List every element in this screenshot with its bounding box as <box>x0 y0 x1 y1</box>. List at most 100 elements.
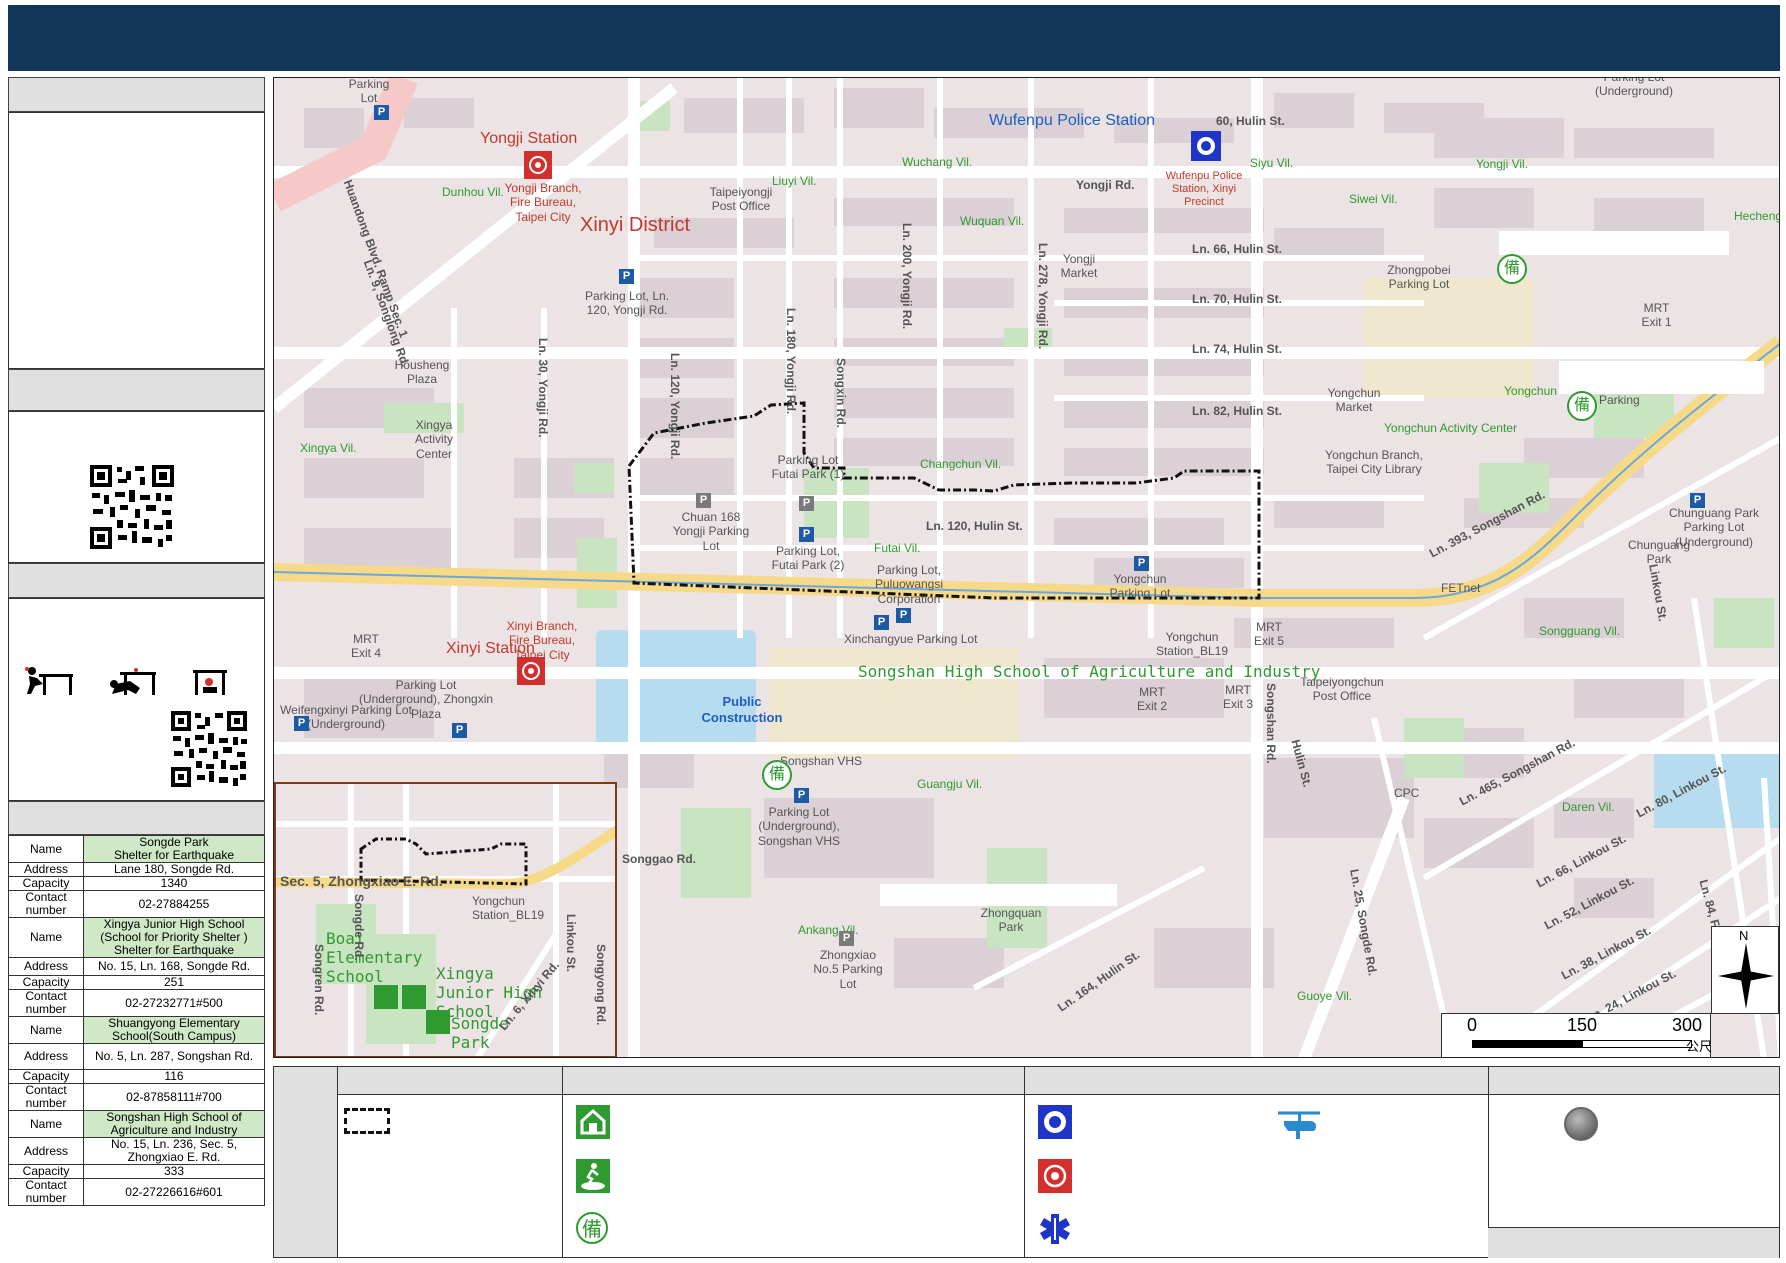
map-view[interactable]: Xinyi District Yongji Station Yongji Bra… <box>273 77 1780 1058</box>
parking-icon[interactable]: P <box>896 608 911 623</box>
station-xinyi-sub: Xinyi Branch, Fire Bureau, Taipei City <box>506 619 578 662</box>
poi-label: FETnet <box>1441 581 1481 595</box>
shelter-row: Contact number 02-27232771#500 <box>8 989 265 1017</box>
parking-icon[interactable]: P <box>799 527 814 542</box>
shelter-address: No. 15, Ln. 168, Songde Rd. <box>83 957 265 976</box>
poi-label: Parking Lot, Puluowangsi Corporation <box>874 563 944 606</box>
road-label: Ln. 180, Yongji Rd. <box>784 308 798 415</box>
shelter-name: Shuangyong Elementary School(South Campu… <box>83 1016 265 1044</box>
panel-1-body <box>8 112 265 369</box>
inset-label: Linkou St. <box>564 914 578 972</box>
village-label: Guoye Vil. <box>1297 989 1353 1003</box>
poi-label: Xingya Activity Center <box>414 418 453 461</box>
qr-code[interactable] <box>90 465 174 549</box>
road-label: Songxin Rd. <box>834 358 848 428</box>
poi-label: Parking Lot Futai Park (1) <box>771 453 845 482</box>
village-label: Siwei Vil. <box>1349 192 1398 206</box>
shelter-capacity: 116 <box>83 1069 265 1084</box>
parking-icon[interactable]: P <box>452 723 467 738</box>
north-arrow: N <box>1711 926 1779 1014</box>
poi-label: Taipeiyongji Post Office <box>709 185 773 214</box>
poi-label: Zhongpobei Parking Lot <box>1387 263 1451 292</box>
shelter-capacity: 333 <box>83 1164 265 1179</box>
parking-icon[interactable]: P <box>374 105 389 120</box>
shelter-icon[interactable] <box>374 985 398 1009</box>
poi-label: Housheng Plaza <box>394 358 450 387</box>
scale-bar: 0 150 300 公尺 <box>1441 1013 1713 1057</box>
road-label: Ln. 66, Hulin St. <box>1192 242 1283 256</box>
scale-segment <box>1582 1040 1692 1048</box>
shelter-row: Address No. 5, Ln. 287, Songshan Rd. <box>8 1043 265 1070</box>
reserve-icon[interactable]: 備 <box>1567 391 1597 421</box>
inset-map[interactable]: Boai Elementary School Xingya Junior Hig… <box>274 782 617 1057</box>
shelter-row: Address No. 15, Ln. 168, Songde Rd. <box>8 957 265 976</box>
shelter-icon[interactable] <box>402 985 426 1009</box>
legend-header <box>337 1067 1779 1095</box>
poi-label: Yongchun Branch, Taipei City Library <box>1325 448 1423 477</box>
scale-unit: 公尺 <box>1686 1039 1713 1054</box>
shelter-key: Name <box>8 1110 84 1138</box>
parking-icon[interactable]: P <box>696 493 711 508</box>
poi-label: Parking Lot <box>348 77 390 106</box>
parking-icon[interactable]: P <box>294 716 309 731</box>
poi-label: Chuan 168 Yongji Parking Lot <box>672 510 750 553</box>
shelter-row: Name Xingya Junior High School (School fo… <box>8 917 265 958</box>
poi-label: Zhongxiao No.5 Parking Lot <box>813 948 883 991</box>
shelter-row: Contact number 02-27884255 <box>8 890 265 918</box>
parking-icon[interactable]: P <box>799 496 814 511</box>
scale-label: 0 <box>1467 1015 1478 1035</box>
parking-icon[interactable]: P <box>874 615 889 630</box>
parking-icon[interactable]: P <box>1134 556 1149 571</box>
shelter-key: Capacity <box>8 876 84 891</box>
shelter-key: Name <box>8 835 84 863</box>
poi-label: Parking Lot, Ln. 120, Yongji Rd. <box>584 289 670 318</box>
reserve-icon[interactable]: 備 <box>1497 254 1527 284</box>
parking-icon[interactable]: P <box>794 788 809 803</box>
panel-3-body <box>8 598 265 801</box>
shelter-key: Address <box>8 862 84 877</box>
assembly-point-icon <box>1564 1107 1598 1141</box>
shelter-row: Capacity 251 <box>8 975 265 990</box>
reserve-icon[interactable]: 備 <box>762 760 792 790</box>
poi-label: Parking Lot, Futai Park (2) <box>771 544 845 573</box>
legend-title <box>274 1067 337 1257</box>
shelter-row: Capacity 1340 <box>8 876 265 891</box>
scale-segment <box>1472 1040 1582 1048</box>
poi-label: MRT Exit 2 <box>1136 685 1167 714</box>
parking-icon[interactable]: P <box>619 269 634 284</box>
legend: 備 <box>273 1066 1780 1258</box>
legend-divider <box>337 1067 338 1257</box>
hold-on-icon <box>193 670 227 695</box>
road-label: Yongji Rd. <box>1076 178 1135 192</box>
shelter-key: Address <box>8 957 84 976</box>
police-station-sub: Wufenpu Police Station, Xinyi Precinct <box>1165 170 1243 209</box>
district-label: Xinyi District <box>580 214 691 236</box>
cover-icon <box>110 668 156 695</box>
drop-cover-icon <box>25 667 73 695</box>
helicopter-icon <box>1278 1111 1320 1139</box>
village-label: Yongchun <box>1504 384 1557 398</box>
panel-4-title <box>8 801 265 835</box>
redacted-block <box>880 884 1117 906</box>
fire-station-icon[interactable] <box>524 151 552 179</box>
poi-label: MRT Exit 4 <box>350 632 381 661</box>
shelter-address: No. 5, Ln. 287, Songshan Rd. <box>83 1043 265 1070</box>
village-label: Songguang Vil. <box>1539 624 1621 638</box>
village-label: Wuquan Vil. <box>960 214 1025 228</box>
shelter-key: Contact number <box>8 989 84 1017</box>
shelter-key: Address <box>8 1043 84 1070</box>
outdoor-shelter-icon[interactable] <box>426 1010 450 1034</box>
poi-label: MRT Exit 5 <box>1253 620 1284 649</box>
police-icon[interactable] <box>1191 131 1221 161</box>
road-label: Songgao Rd. <box>622 852 696 866</box>
shelter-key: Name <box>8 917 84 958</box>
road-label: Ln. 82, Hulin St. <box>1192 404 1283 418</box>
shelter-row: Address No. 15, Ln. 236, Sec. 5, Zhongxia… <box>8 1137 265 1165</box>
police-icon <box>1038 1105 1072 1139</box>
panel-3-title <box>8 563 265 598</box>
redacted-block <box>1559 361 1764 394</box>
qr-code-2[interactable] <box>171 711 247 787</box>
shelter-row: Name Shuangyong Elementary School(South C… <box>8 1016 265 1044</box>
parking-icon[interactable]: P <box>839 931 854 946</box>
shelter-key: Capacity <box>8 975 84 990</box>
